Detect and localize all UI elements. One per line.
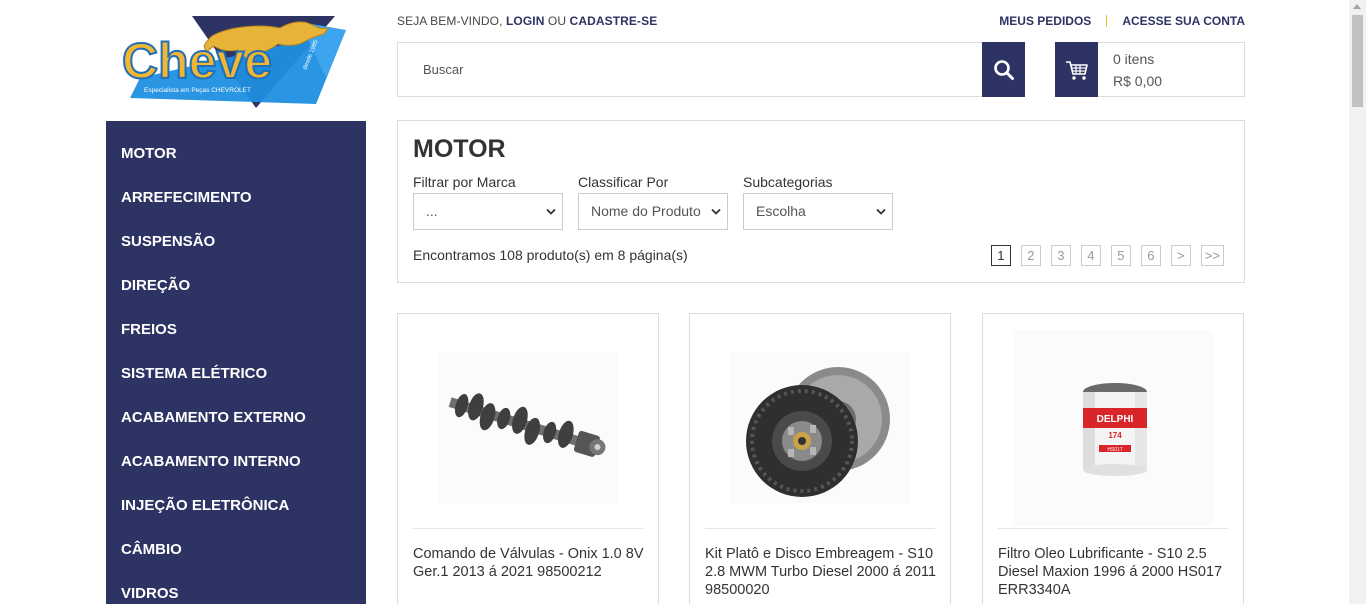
scroll-thumb[interactable] [1352,15,1363,107]
subcategory-filter-label: Subcategorias [743,174,833,190]
brand-filter: Filtrar por Marca ... [413,174,563,230]
page-last-button[interactable]: >> [1200,245,1224,266]
subcategory-filter-value: Escolha [756,203,806,219]
scroll-up-arrow-icon[interactable] [1353,4,1361,9]
sidebar-item-direcao[interactable]: DIREÇÃO [106,264,366,308]
sidebar-item-acabamento-interno[interactable]: ACABAMENTO INTERNO [106,440,366,484]
product-name[interactable]: Kit Platô e Disco Embreagem - S10 2.8 MW… [705,545,938,599]
category-panel: MOTOR Filtrar por Marca ... Classificar … [397,120,1245,283]
chevron-down-icon [546,208,556,215]
account-link[interactable]: ACESSE SUA CONTA [1122,14,1245,28]
search-icon [993,59,1014,80]
cart-item-count: 0 itens [1113,51,1155,67]
page-link-6[interactable]: 6 [1140,245,1161,266]
filter-brand-text: DELPHI [1097,414,1134,425]
sidebar-item-vidros[interactable]: VIDROS [106,572,366,604]
welcome-text: SEJA BEM-VINDO, LOGIN OU CADASTRE-SE [397,14,657,28]
results-count: Encontramos 108 produto(s) em 8 página(s… [413,247,688,263]
sort-filter: Classificar Por Nome do Produto [578,174,728,230]
product-card[interactable]: Kit Platô e Disco Embreagem - S10 2.8 MW… [689,313,951,604]
subcategory-filter-select[interactable]: Escolha [743,193,893,230]
sidebar-item-injecao-eletronica[interactable]: INJEÇÃO ELETRÔNICA [106,484,366,528]
account-links: MEUS PEDIDOS ACESSE SUA CONTA [999,14,1245,28]
clutch-kit-icon [730,353,910,503]
sidebar-item-sistema-eletrico[interactable]: SISTEMA ELÉTRICO [106,352,366,396]
chevron-down-icon [876,208,886,215]
page-next-button[interactable]: > [1170,245,1191,266]
search-input[interactable] [398,43,983,96]
category-sidebar: MOTOR ARREFECIMENTO SUSPENSÃO DIREÇÃO FR… [106,121,366,604]
page-link-5[interactable]: 5 [1110,245,1131,266]
logo-graphic: Cheve Especialista em Peças CHEVROLET de… [121,16,346,108]
page-link-1[interactable]: 1 [990,245,1011,266]
chevron-down-icon [711,208,721,215]
product-image[interactable]: DELPHI 174 HS017 [998,329,1228,527]
brand-filter-value: ... [426,203,438,219]
my-orders-link[interactable]: MEUS PEDIDOS [999,14,1091,28]
sort-filter-select[interactable]: Nome do Produto [578,193,728,230]
filter-code-text: 174 [1108,431,1122,440]
cart-widget[interactable]: 0 itens R$ 0,00 [1055,42,1245,97]
sidebar-item-cambio[interactable]: CÂMBIO [106,528,366,572]
welcome-prefix: SEJA BEM-VINDO, [397,14,503,28]
filter-ref-text: HS017 [1107,447,1123,453]
login-link[interactable]: LOGIN [506,14,545,28]
product-name[interactable]: Filtro Oleo Lubrificante - S10 2.5 Diese… [998,545,1231,599]
links-divider [1106,15,1108,27]
oil-filter-icon: DELPHI 174 HS017 [1013,330,1213,526]
search-button[interactable] [982,42,1025,97]
welcome-or: OU [547,14,567,28]
logo-brand-text: Cheve [122,33,272,89]
card-divider [705,528,935,529]
product-card[interactable]: DELPHI 174 HS017 Filtro Oleo Lubrificant… [982,313,1244,604]
product-name[interactable]: Comando de Válvulas - Onix 1.0 8V Ger.1 … [413,545,646,581]
search-bar [397,42,1025,97]
page-link-4[interactable]: 4 [1080,245,1101,266]
sidebar-item-arrefecimento[interactable]: ARREFECIMENTO [106,176,366,220]
shopping-cart-icon [1065,60,1088,80]
page-title: MOTOR [413,135,506,163]
product-image[interactable] [413,329,643,527]
cart-total: R$ 0,00 [1113,73,1163,89]
camshaft-icon [438,353,618,503]
subcategory-filter: Subcategorias Escolha [743,174,893,230]
brand-filter-label: Filtrar por Marca [413,174,516,190]
page-link-2[interactable]: 2 [1020,245,1041,266]
brand-filter-select[interactable]: ... [413,193,563,230]
page-scrollbar[interactable] [1349,0,1366,604]
card-divider [998,528,1228,529]
card-divider [413,528,643,529]
page-link-3[interactable]: 3 [1050,245,1071,266]
register-link[interactable]: CADASTRE-SE [570,14,658,28]
site-logo[interactable]: Cheve Especialista em Peças CHEVROLET de… [120,12,350,112]
sidebar-item-motor[interactable]: MOTOR [106,132,366,176]
cart-icon-box[interactable] [1055,42,1098,97]
sort-filter-label: Classificar Por [578,174,669,190]
sidebar-item-acabamento-externo[interactable]: ACABAMENTO EXTERNO [106,396,366,440]
sort-filter-value: Nome do Produto [591,203,701,219]
sidebar-item-suspensao[interactable]: SUSPENSÃO [106,220,366,264]
pagination: 1 2 3 4 5 6 > >> [981,245,1224,266]
product-card[interactable]: Comando de Válvulas - Onix 1.0 8V Ger.1 … [397,313,659,604]
sidebar-item-freios[interactable]: FREIOS [106,308,366,352]
product-image[interactable] [705,329,935,527]
logo-tagline: Especialista em Peças CHEVROLET [144,87,251,94]
